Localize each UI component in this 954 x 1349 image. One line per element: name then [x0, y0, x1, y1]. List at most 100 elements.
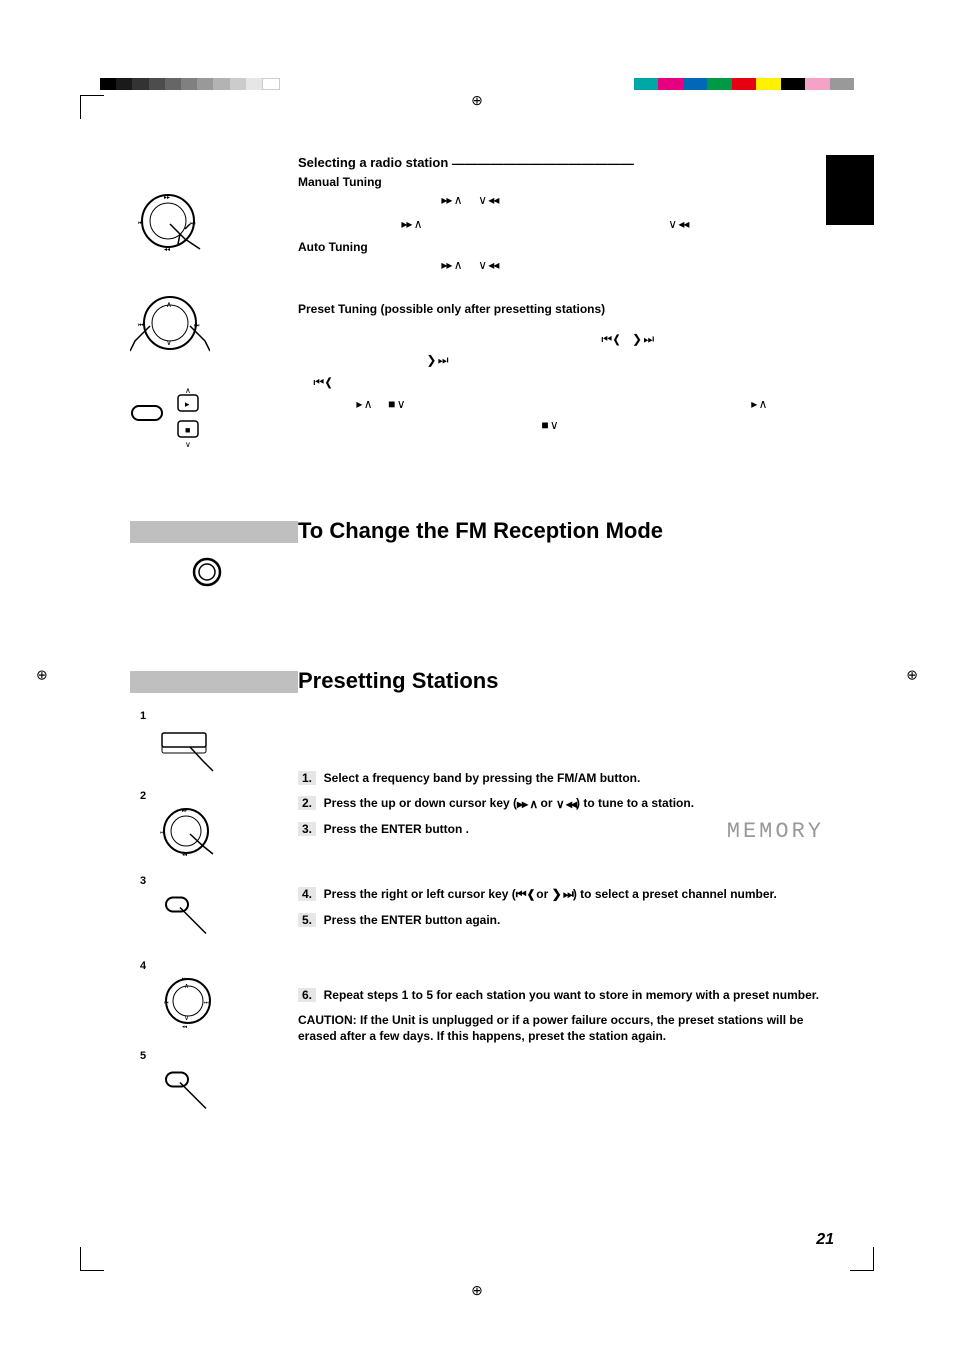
svg-text:▸▸: ▸▸: [164, 195, 170, 201]
stop-down-glyph: ■ ∨: [388, 397, 404, 411]
svg-text:⏭: ⏭: [194, 323, 200, 329]
svg-text:∧: ∧: [166, 300, 172, 309]
fm-mode-heading: To Change the FM Reception Mode: [298, 518, 663, 544]
stop-down-glyph: ■ ∨: [541, 418, 557, 432]
svg-text:◂◂: ◂◂: [164, 247, 170, 253]
remote-stop-button-diagram: ■∨: [174, 419, 202, 449]
dial-hand-diagram-1: ⏮ ⏭ ▸▸ ◂◂: [130, 189, 210, 254]
crop-corner-bl: [80, 1247, 104, 1271]
down-rw-glyph: ∨ ◂◂: [478, 258, 498, 272]
svg-text:⏭: ⏭: [204, 1000, 209, 1006]
step-1-text: Select a frequency band by pressing the …: [324, 771, 641, 785]
svg-text:▸▸: ▸▸: [182, 808, 188, 814]
preset-tuning-glyphs-5: ■ ∨: [298, 418, 834, 434]
svg-text:⏮: ⏮: [160, 830, 165, 836]
svg-text:⏮: ⏮: [138, 221, 144, 227]
step-2-text-b: or: [537, 796, 556, 810]
svg-text:∨: ∨: [166, 338, 172, 347]
ff-up-glyph: ▸▸ ∧: [441, 193, 461, 207]
step-label-4: 4: [140, 960, 290, 972]
registration-mark-top: ⊕: [471, 92, 483, 109]
auto-tuning-label: Auto Tuning: [298, 240, 834, 254]
step-label-3: 3: [140, 875, 290, 887]
presetting-heading: Presetting Stations: [298, 668, 498, 694]
heading-gray-bar: [130, 521, 298, 543]
step-4: 4. Press the right or left cursor key (⏮…: [298, 886, 834, 902]
svg-text:■: ■: [185, 425, 190, 435]
ff-up-glyph: ▸▸ ∧: [517, 797, 537, 811]
step-4-num: 4.: [298, 887, 316, 901]
step-5-num: 5.: [298, 913, 316, 927]
preset-tuning-glyphs-4: ▸ ∧ ■ ∨ ▸ ∧: [298, 397, 834, 413]
registration-mark-right: ⊕: [906, 666, 918, 683]
step-2-text-c: ) to tune to a station.: [576, 796, 694, 810]
step-4-text-b: or: [533, 887, 552, 901]
right-next-glyph: ❯ ⏭: [426, 353, 447, 367]
preset-tuning-glyphs-2: ❯ ⏭: [298, 353, 834, 369]
step-3: 3. Press the ENTER button . MEMORY: [298, 821, 834, 836]
svg-text:∧: ∧: [185, 386, 191, 395]
step-1: 1. Select a frequency band by pressing t…: [298, 770, 834, 785]
step-label-1: 1: [140, 710, 290, 722]
svg-text:∧: ∧: [184, 983, 189, 990]
preset-tuning-glyphs-3: ⏮ ❮: [298, 375, 834, 391]
step-label-2: 2: [140, 790, 290, 802]
svg-text:◂◂: ◂◂: [182, 1024, 188, 1029]
fm-am-button-press-diagram: [158, 724, 218, 779]
svg-text:∨: ∨: [185, 440, 191, 449]
manual-tuning-label: Manual Tuning: [298, 175, 834, 189]
step-5: 5. Press the ENTER button again.: [298, 912, 834, 927]
manual-tuning-glyphs-2: ▸▸ ∧ ∨ ◂◂: [298, 217, 834, 233]
round-button-diagram: [190, 555, 224, 589]
print-bar-color: [634, 78, 854, 90]
play-up-glyph: ▸ ∧: [356, 397, 371, 411]
svg-text:∨: ∨: [184, 1015, 189, 1022]
presetting-heading-row: Presetting Stations: [130, 670, 834, 694]
manual-tuning-glyphs: ▸▸ ∧ ∨ ◂◂: [298, 193, 834, 209]
preset-tuning-label: Preset Tuning (possible only after prese…: [298, 302, 834, 316]
prev-left-glyph: ⏮ ❮: [516, 887, 533, 902]
crop-corner-tl: [80, 95, 104, 119]
heading-gray-bar: [130, 671, 298, 693]
svg-text:⏮: ⏮: [164, 1000, 169, 1006]
svg-text:◂◂: ◂◂: [182, 852, 188, 858]
remote-play-button-diagram: ∧▸: [174, 385, 202, 415]
right-next-glyph: ❯ ⏭: [552, 887, 573, 902]
preset-tuning-glyphs-1: ⏮ ❮ ❯ ⏭: [298, 332, 834, 348]
print-bar-grayscale: [100, 78, 280, 90]
svg-text:▸▸: ▸▸: [182, 976, 188, 982]
selecting-title-text: Selecting a radio station: [298, 155, 448, 170]
step-4-text-a: Press the right or left cursor key (: [324, 887, 516, 901]
page-number: 21: [816, 1231, 834, 1249]
dial-left-right-diagram: ∧ ∨ ⏮ ⏭ ▸▸ ◂◂: [158, 974, 218, 1029]
step-3-num: 3.: [298, 822, 316, 836]
auto-tuning-glyphs: ▸▸ ∧ ∨ ◂◂: [298, 258, 834, 274]
button-oval-diagram: [130, 397, 164, 427]
step-6-text: Repeat steps 1 to 5 for each station you…: [324, 988, 819, 1002]
step-2-text-a: Press the up or down cursor key (: [324, 796, 517, 810]
registration-mark-left: ⊕: [36, 666, 48, 683]
step-5-text: Press the ENTER button again.: [324, 913, 501, 927]
step-2-num: 2.: [298, 796, 316, 810]
ff-up-glyph: ▸▸ ∧: [441, 258, 461, 272]
fm-mode-heading-row: To Change the FM Reception Mode: [130, 520, 834, 544]
divider-line: ——————————————: [452, 156, 634, 171]
svg-text:⏮: ⏮: [138, 323, 144, 329]
selecting-radio-station-title: Selecting a radio station ——————————————: [298, 155, 834, 171]
right-next-glyph: ❯ ⏭: [632, 332, 653, 346]
down-rw-glyph: ∨ ◂◂: [668, 217, 688, 231]
svg-text:⏭: ⏭: [190, 221, 196, 227]
play-up-glyph: ▸ ∧: [751, 397, 766, 411]
step-3-text: Press the ENTER button .: [324, 822, 469, 836]
step-label-5: 5: [140, 1050, 290, 1062]
prev-left-glyph: ⏮ ❮: [601, 332, 618, 346]
memory-display: MEMORY: [727, 819, 824, 844]
dial-hand-diagram-2: ▸▸ ◂◂ ⏮: [158, 804, 218, 859]
step-1-num: 1.: [298, 771, 316, 785]
down-rw-glyph: ∨ ◂◂: [478, 193, 498, 207]
step-2: 2. Press the up or down cursor key (▸▸ ∧…: [298, 795, 834, 811]
step-6: 6. Repeat steps 1 to 5 for each station …: [298, 987, 834, 1002]
prev-left-glyph: ⏮ ❮: [313, 375, 330, 389]
registration-mark-bottom: ⊕: [471, 1282, 483, 1299]
dial-two-hands-diagram: ∧ ∨ ⏮ ⏭: [130, 291, 210, 356]
